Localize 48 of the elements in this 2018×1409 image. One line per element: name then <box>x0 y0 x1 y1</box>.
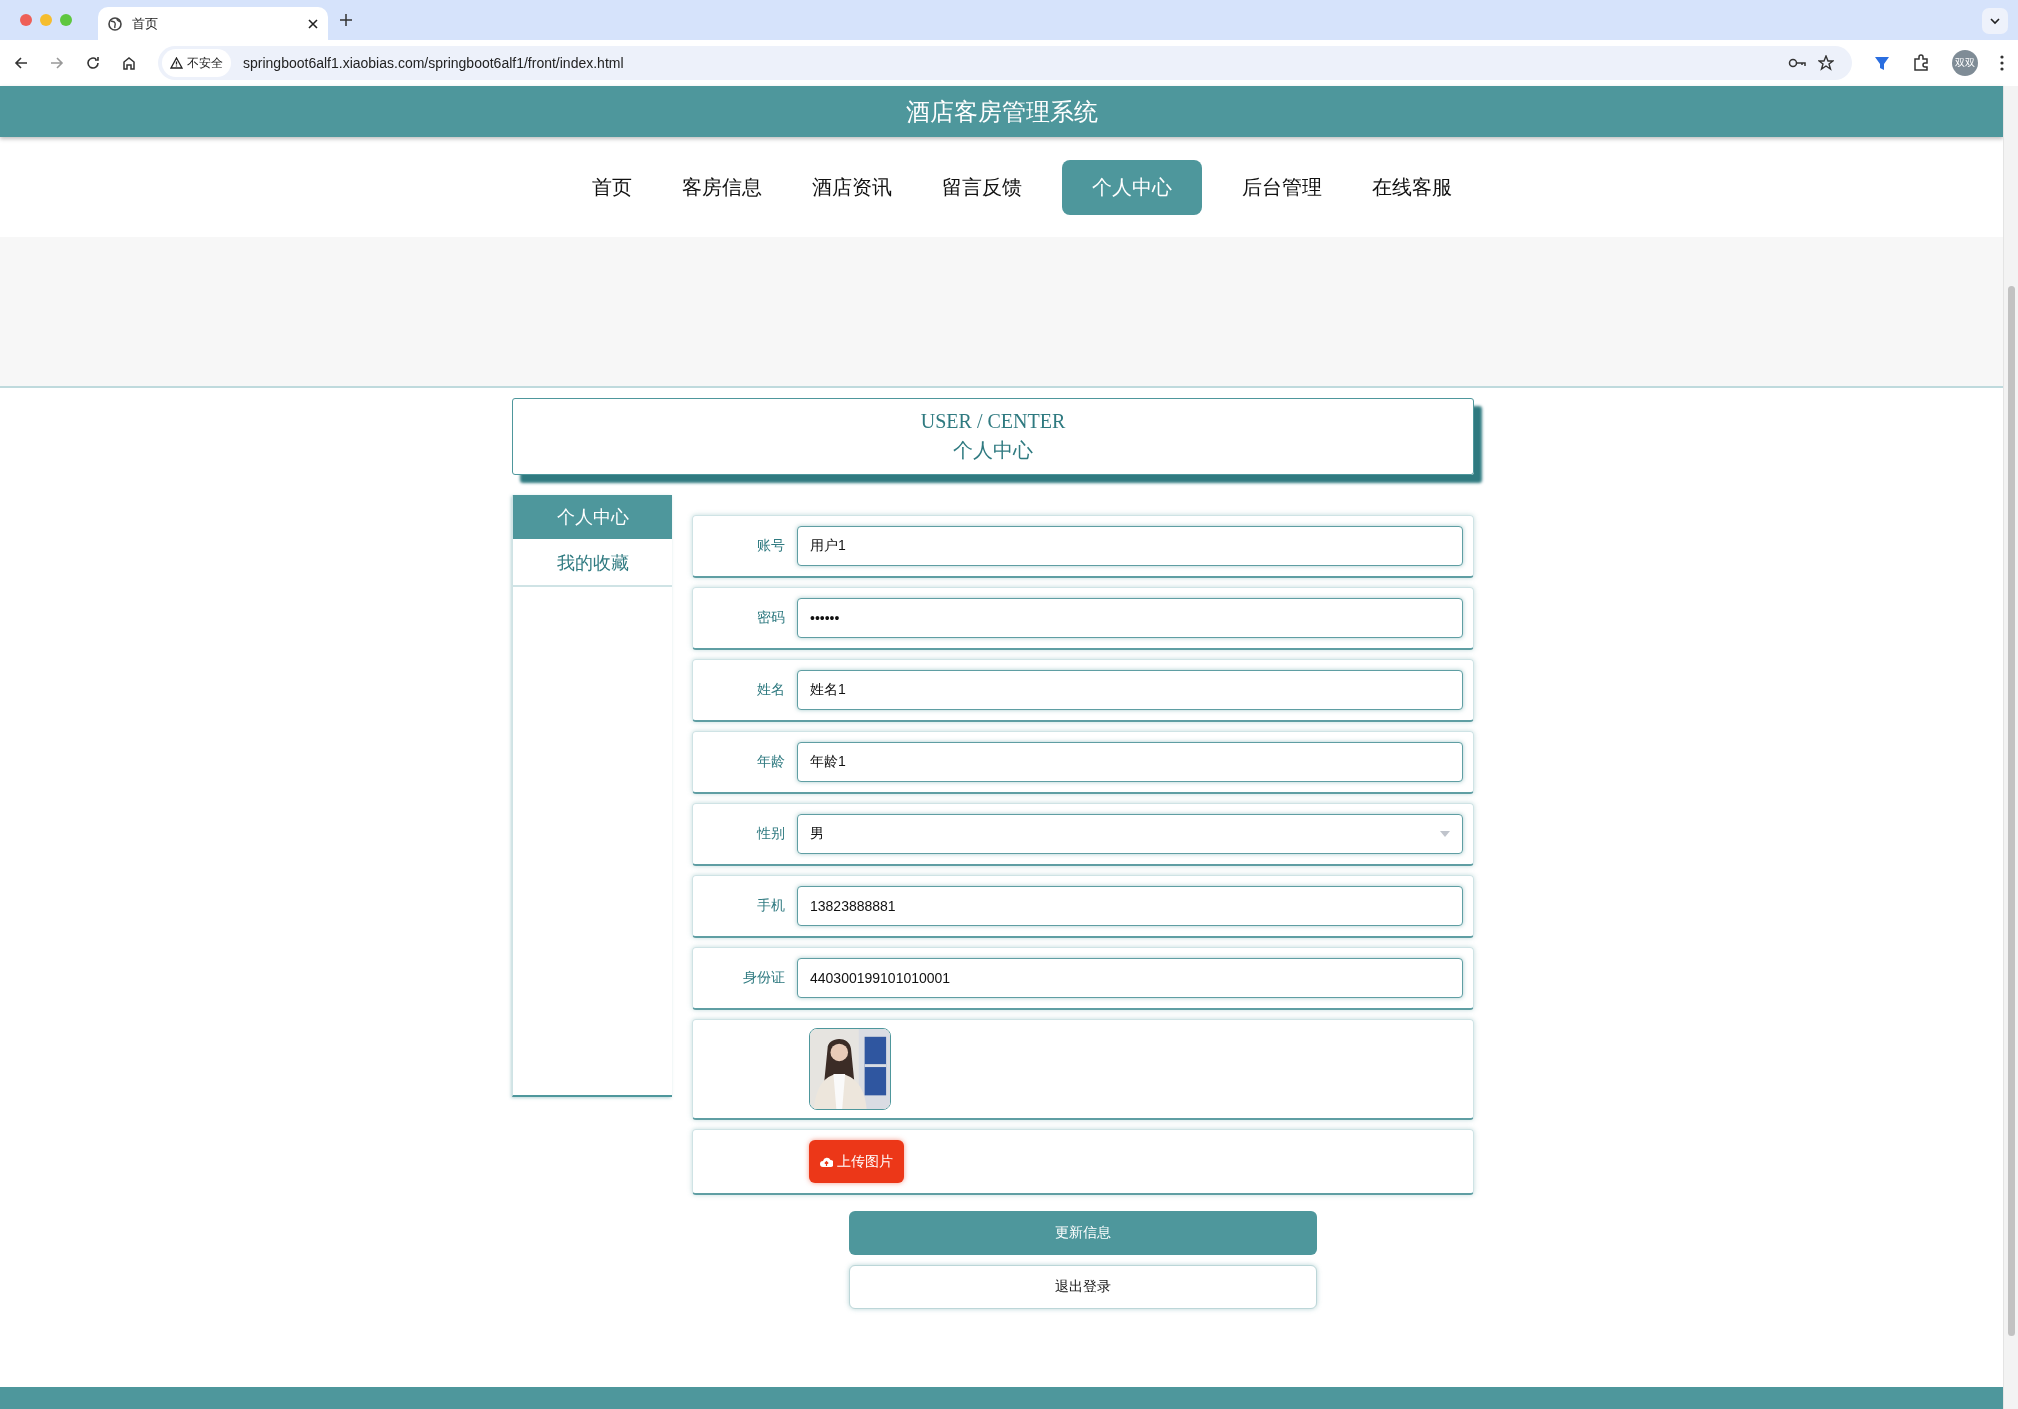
field-label: 年龄 <box>756 753 786 771</box>
back-icon[interactable] <box>14 56 28 70</box>
input-field[interactable]: 13823888881 <box>797 886 1463 926</box>
input-field[interactable]: 440300199101010001 <box>797 958 1463 998</box>
close-icon[interactable] <box>308 18 318 29</box>
warning-icon <box>170 57 183 69</box>
input-field[interactable]: 年龄1 <box>797 742 1463 782</box>
select-field[interactable]: 男 <box>797 814 1463 854</box>
puzzle-icon[interactable] <box>1912 54 1930 72</box>
security-chip[interactable]: 不安全 <box>162 49 231 77</box>
logout-button[interactable]: 退出登录 <box>849 1265 1317 1309</box>
section-title: 个人中心 <box>953 437 1033 463</box>
input-field[interactable]: •••••• <box>797 598 1463 638</box>
url-text: springboot6alf1.xiaobias.com/springboot6alf1/front/index.html <box>243 55 625 71</box>
caret-icon <box>1440 831 1450 837</box>
input-field[interactable]: 姓名1 <box>797 670 1463 710</box>
field-label: 性别 <box>755 825 786 843</box>
funnel-icon[interactable] <box>1874 55 1890 71</box>
reload-icon[interactable] <box>86 56 100 70</box>
input-field[interactable]: 用户1 <box>797 526 1463 566</box>
key-icon[interactable] <box>1788 57 1806 69</box>
section-title-en: USER / CENTER <box>920 409 1066 433</box>
star-icon[interactable] <box>1818 55 1834 71</box>
close-window-button[interactable] <box>20 14 32 26</box>
home-icon[interactable] <box>122 56 136 70</box>
nav-link[interactable]: 留言反馈 <box>931 159 1032 215</box>
field-label: 账号 <box>756 537 786 555</box>
plus-icon[interactable] <box>340 14 352 26</box>
address-bar[interactable]: 不安全 springboot6alf1.xiaobias.com/springboot6alf1/front/index.html <box>158 46 1852 80</box>
field-label: 手机 <box>756 897 786 915</box>
tab-title: 首页 <box>132 14 159 33</box>
nav-link[interactable]: 在线客服 <box>1361 159 1462 215</box>
cloud-upload-icon <box>820 1156 833 1167</box>
field-label: 姓名 <box>756 681 786 699</box>
nav-link[interactable]: 酒店资讯 <box>801 159 902 215</box>
upload-button[interactable]: 上传图片 <box>809 1140 904 1183</box>
sidebar-item[interactable]: 我的收藏 <box>513 541 672 587</box>
globe-icon <box>108 16 122 31</box>
nav-link[interactable]: 首页 <box>581 159 642 215</box>
chevron-down-icon[interactable] <box>1982 8 2008 34</box>
forward-icon[interactable] <box>50 56 64 70</box>
field-label: 身份证 <box>742 969 786 987</box>
nav-link[interactable]: 客房信息 <box>671 159 772 215</box>
field-label: 密码 <box>756 609 786 627</box>
site-title: 酒店客房管理系统 <box>905 96 1098 127</box>
menu-icon[interactable] <box>2000 55 2004 71</box>
browser-tab[interactable]: 首页 <box>98 7 328 40</box>
nav-link[interactable]: 后台管理 <box>1231 159 1332 215</box>
